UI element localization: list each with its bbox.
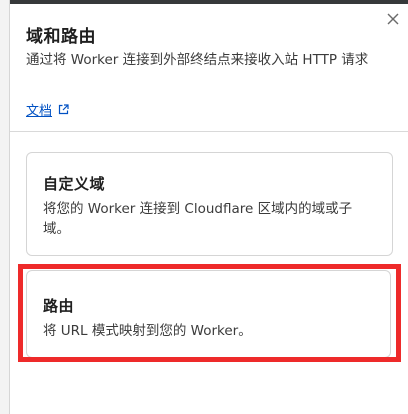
custom-domain-description: 将您的 Worker 连接到 Cloudflare 区域内的域或子域。	[43, 201, 353, 237]
close-icon	[387, 13, 399, 25]
domains-and-routes-panel: 域和路由 通过将 Worker 连接到外部终结点来接收入站 HTTP 请求 文档…	[10, 4, 408, 414]
panel-title: 域和路由	[26, 27, 96, 47]
panel-header: 域和路由 通过将 Worker 连接到外部终结点来接收入站 HTTP 请求 文档	[10, 4, 408, 132]
external-link-icon	[58, 104, 69, 115]
docs-link[interactable]: 文档	[26, 100, 69, 119]
custom-domain-option-card[interactable]: 自定义域 将您的 Worker 连接到 Cloudflare 区域内的域或子域。	[26, 152, 393, 256]
routes-title: 路由	[43, 297, 75, 315]
background-page-edge	[0, 0, 10, 414]
routes-description: 将 URL 模式映射到您的 Worker。	[43, 323, 252, 339]
panel-description: 通过将 Worker 连接到外部终结点来接收入站 HTTP 请求	[26, 52, 369, 68]
docs-link-label: 文档	[26, 104, 53, 119]
routes-option-card[interactable]: 路由 将 URL 模式映射到您的 Worker。	[26, 270, 391, 358]
close-button[interactable]	[384, 10, 402, 28]
custom-domain-title: 自定义域	[43, 175, 106, 193]
